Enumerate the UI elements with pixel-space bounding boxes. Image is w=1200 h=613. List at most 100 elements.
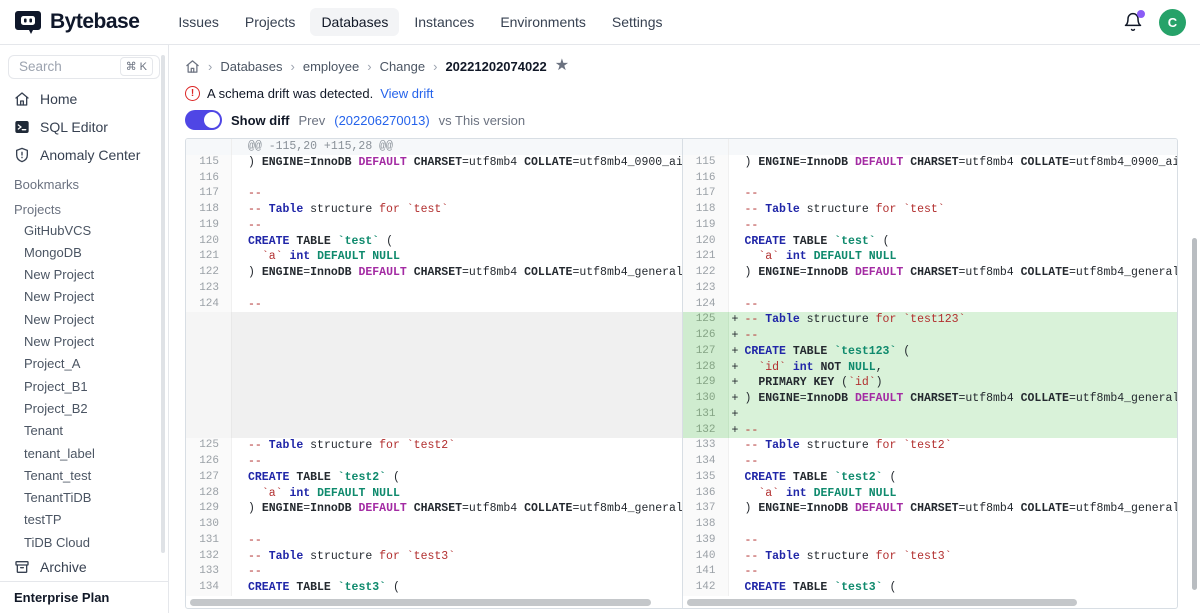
diff-row: 117--: [186, 186, 682, 202]
line-number: 137: [683, 501, 729, 517]
code-line: -- Table structure for `test3`: [745, 549, 1178, 565]
page-scrollbar[interactable]: [1192, 238, 1197, 590]
nav-item-settings[interactable]: Settings: [601, 8, 674, 36]
sidebar-project-item[interactable]: Project_B1: [0, 375, 168, 397]
diff-row: 141 --: [683, 564, 1178, 580]
breadcrumb-employee[interactable]: employee: [303, 59, 359, 74]
sidebar-project-item[interactable]: New Project: [0, 263, 168, 285]
home-breadcrumb-icon[interactable]: [185, 59, 200, 74]
toggle-knob: [204, 112, 220, 128]
star-icon[interactable]: ★: [555, 58, 569, 74]
code-line: --: [745, 564, 1178, 580]
shield-icon: [14, 147, 30, 163]
sidebar-project-item[interactable]: GitHubVCS: [0, 219, 168, 241]
sidebar: Search ⌘ K Home SQL Editor Anomaly Cente…: [0, 45, 169, 613]
line-number: [186, 375, 232, 391]
code-line: ) ENGINE=InnoDB DEFAULT CHARSET=utf8mb4 …: [745, 391, 1178, 407]
horizontal-scrollbar[interactable]: [687, 599, 1078, 606]
diff-row: 129) ENGINE=InnoDB DEFAULT CHARSET=utf8m…: [186, 501, 682, 517]
code-line: --: [248, 297, 682, 313]
nav-item-databases[interactable]: Databases: [310, 8, 399, 36]
diff-row: 115) ENGINE=InnoDB DEFAULT CHARSET=utf8m…: [683, 155, 1178, 171]
sidebar-project-item[interactable]: New Project: [0, 308, 168, 330]
line-number: 141: [683, 564, 729, 580]
sidebar-project-item[interactable]: TenantTiDB: [0, 486, 168, 508]
code-line: [248, 375, 682, 391]
diff-row: 120CREATE TABLE `test` (: [186, 234, 682, 250]
breadcrumb-separator: ›: [433, 59, 437, 74]
code-line: -- Table structure for `test`: [745, 202, 1178, 218]
sidebar-project-item[interactable]: Project_B2: [0, 397, 168, 419]
diff-row: 119--: [186, 218, 682, 234]
diff-row: 116: [683, 171, 1178, 187]
view-drift-link[interactable]: View drift: [380, 86, 433, 101]
diff-row: 117--: [683, 186, 1178, 202]
sidebar-item-sql-editor[interactable]: SQL Editor: [0, 113, 168, 141]
diff-row: 118-- Table structure for `test`: [683, 202, 1178, 218]
line-number: 133: [186, 564, 232, 580]
diff-row: 115) ENGINE=InnoDB DEFAULT CHARSET=utf8m…: [186, 155, 682, 171]
line-number: 117: [186, 186, 232, 202]
sidebar-item-anomaly-center[interactable]: Anomaly Center: [0, 141, 168, 169]
line-number: 116: [683, 171, 729, 187]
code-line: CREATE TABLE `test2` (: [745, 470, 1178, 486]
sidebar-project-item[interactable]: Tenant: [0, 419, 168, 441]
nav-item-instances[interactable]: Instances: [403, 8, 485, 36]
code-line: ) ENGINE=InnoDB DEFAULT CHARSET=utf8mb4 …: [745, 265, 1178, 281]
diff-hunk-header: @@ -115,20 +115,28 @@: [186, 139, 682, 155]
nav-item-projects[interactable]: Projects: [234, 8, 307, 36]
show-diff-toggle[interactable]: [185, 110, 222, 130]
line-number: [186, 360, 232, 376]
sidebar-project-item[interactable]: New Project: [0, 285, 168, 307]
archive-icon: [14, 559, 30, 575]
sidebar-project-item[interactable]: testTP: [0, 508, 168, 530]
line-number: 124: [683, 297, 729, 313]
line-number: 121: [186, 249, 232, 265]
bookmarks-section-label: Bookmarks: [0, 169, 168, 194]
terminal-icon: [14, 119, 30, 135]
sidebar-item-home[interactable]: Home: [0, 85, 168, 113]
prev-version-link[interactable]: (202206270013): [334, 113, 429, 128]
notifications-button[interactable]: [1123, 12, 1143, 32]
code-line: [745, 407, 1178, 423]
sidebar-project-item[interactable]: tenant_label: [0, 442, 168, 464]
code-line: ) ENGINE=InnoDB DEFAULT CHARSET=utf8mb4 …: [745, 501, 1178, 517]
horizontal-scrollbar[interactable]: [190, 599, 651, 606]
avatar[interactable]: C: [1159, 9, 1186, 36]
line-number: 132: [683, 423, 729, 439]
sidebar-scrollbar[interactable]: [161, 55, 165, 553]
diff-row: 133 --: [186, 564, 682, 580]
nav-item-issues[interactable]: Issues: [167, 8, 229, 36]
nav-item-environments[interactable]: Environments: [489, 8, 597, 36]
diff-row: 128 `a` int DEFAULT NULL: [186, 486, 682, 502]
breadcrumb-change[interactable]: Change: [380, 59, 426, 74]
sidebar-project-item[interactable]: TiDB Cloud: [0, 531, 168, 553]
code-line: `a` int DEFAULT NULL: [248, 249, 682, 265]
code-line: [248, 281, 682, 297]
line-number: 123: [186, 281, 232, 297]
diff-row: 122) ENGINE=InnoDB DEFAULT CHARSET=utf8m…: [683, 265, 1178, 281]
search-input[interactable]: Search ⌘ K: [8, 55, 160, 79]
diff-row: 121 `a` int DEFAULT NULL: [186, 249, 682, 265]
line-number: 126: [186, 454, 232, 470]
line-number: 134: [186, 580, 232, 596]
line-number: 128: [683, 360, 729, 376]
code-line: [248, 360, 682, 376]
bytebase-logo[interactable]: Bytebase: [14, 8, 139, 36]
breadcrumb-separator: ›: [367, 59, 371, 74]
sidebar-project-item[interactable]: Tenant_test: [0, 464, 168, 486]
sidebar-project-item[interactable]: New Project: [0, 330, 168, 352]
diff-row: 120CREATE TABLE `test` (: [683, 234, 1178, 250]
line-number: [186, 407, 232, 423]
code-line: -- Table structure for `test123`: [745, 312, 1178, 328]
code-line: --: [745, 297, 1178, 313]
diff-row: 116: [186, 171, 682, 187]
diff-row: 124 --: [683, 297, 1178, 313]
line-number: 124: [186, 297, 232, 313]
sidebar-project-item[interactable]: MongoDB: [0, 241, 168, 263]
sidebar-project-item[interactable]: Project_A: [0, 352, 168, 374]
sidebar-item-archive[interactable]: Archive: [0, 553, 168, 581]
code-line: --: [248, 564, 682, 580]
line-number: 119: [186, 218, 232, 234]
breadcrumb-databases[interactable]: Databases: [220, 59, 282, 74]
